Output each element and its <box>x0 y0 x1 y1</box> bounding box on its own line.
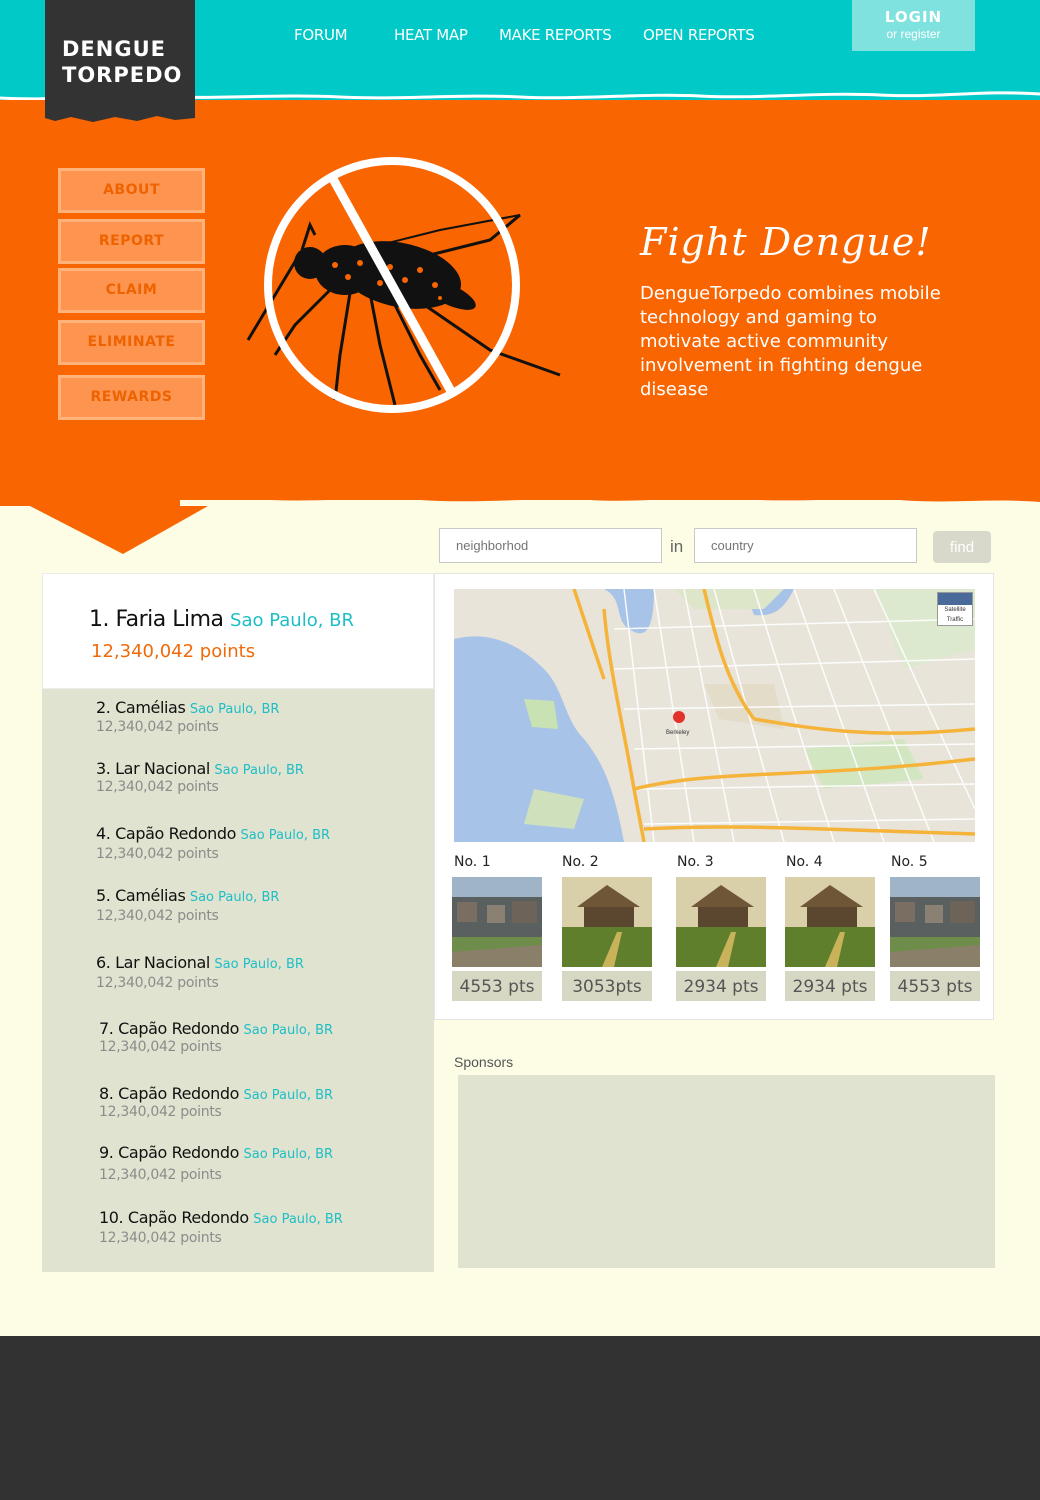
report-photo-slum[interactable] <box>890 877 980 967</box>
login-label: LOGIN <box>884 8 943 26</box>
nav-make-reports[interactable]: MAKE REPORTS <box>499 26 612 44</box>
map-traffic-toggle[interactable]: Traffic <box>938 615 972 625</box>
entry-points: 12,340,042 points <box>96 779 219 795</box>
svg-text:Berkeley: Berkeley <box>666 730 689 736</box>
entry-points: 12,340,042 points <box>99 1039 222 1055</box>
entry-location: Sao Paulo, BR <box>240 828 331 843</box>
entry-name: 6. Lar Nacional <box>96 953 210 972</box>
no-mosquito-icon <box>246 157 561 413</box>
report-points: 3053pts <box>562 971 652 1001</box>
leaderboard-entry[interactable]: 9. Capão Redondo Sao Paulo, BR 12,340,04… <box>99 1143 334 1183</box>
report-label: No. 1 <box>454 854 491 870</box>
report-points: 2934 pts <box>785 971 875 1001</box>
entry-name: 4. Capão Redondo <box>96 824 237 843</box>
register-link[interactable]: or register <box>852 27 975 41</box>
top-entry-name: 1. Faria Lima <box>89 607 224 632</box>
logo-text: DENGUE TORPEDO <box>62 36 182 88</box>
footer <box>0 1336 1040 1500</box>
top-entry-location: Sao Paulo, BR <box>230 610 355 631</box>
sponsors-label: Sponsors <box>454 1054 514 1070</box>
logo[interactable]: DENGUE TORPEDO <box>45 0 195 124</box>
leaderboard-entry[interactable]: 3. Lar Nacional Sao Paulo, BR 12,340,042… <box>96 759 304 795</box>
report-points: 4553 pts <box>452 971 542 1001</box>
country-input[interactable] <box>694 528 917 563</box>
report-photo-hut[interactable] <box>785 877 875 967</box>
sidebar-rewards-button[interactable]: REWARDS <box>58 375 205 420</box>
entry-points: 12,340,042 points <box>96 719 219 735</box>
entry-name: 5. Camélias <box>96 886 186 905</box>
find-button[interactable]: find <box>933 531 991 563</box>
nav-heat-map[interactable]: HEAT MAP <box>394 26 468 44</box>
report-photo-hut[interactable] <box>676 877 766 967</box>
entry-location: Sao Paulo, BR <box>189 702 280 717</box>
sidebar-eliminate-button[interactable]: ELIMINATE <box>58 320 205 365</box>
entry-location: Sao Paulo, BR <box>243 1023 334 1038</box>
entry-location: Sao Paulo, BR <box>214 957 304 972</box>
top-entry-name-line: 1. Faria Lima Sao Paulo, BR <box>89 607 354 632</box>
leaderboard-entry[interactable]: 8. Capão Redondo Sao Paulo, BR 12,340,04… <box>99 1084 334 1120</box>
hero-title: Fight Dengue! <box>640 220 932 264</box>
heat-map[interactable]: Berkeley <box>454 589 975 842</box>
entry-points: 12,340,042 points <box>96 975 219 991</box>
leaderboard-top-entry[interactable]: 1. Faria Lima Sao Paulo, BR 12,340,042 p… <box>42 573 434 689</box>
entry-name: 7. Capão Redondo <box>99 1019 240 1038</box>
leaderboard-entry[interactable]: 6. Lar Nacional Sao Paulo, BR 12,340,042… <box>96 953 304 991</box>
entry-points: 12,340,042 points <box>96 908 219 924</box>
entry-name: 3. Lar Nacional <box>96 759 210 778</box>
top-entry-points: 12,340,042 points <box>91 641 256 662</box>
sidebar-report-button[interactable]: REPORT <box>58 219 205 264</box>
nav-open-reports[interactable]: OPEN REPORTS <box>643 26 755 44</box>
report-label: No. 2 <box>562 854 599 870</box>
report-label: No. 4 <box>786 854 823 870</box>
entry-points: 12,340,042 points <box>99 1167 222 1183</box>
report-points: 4553 pts <box>890 971 980 1001</box>
map-satellite-toggle[interactable]: Satellite <box>938 605 972 615</box>
entry-location: Sao Paulo, BR <box>214 763 304 778</box>
in-label: in <box>670 537 684 556</box>
report-label: No. 3 <box>677 854 714 870</box>
logo-line-2: TORPEDO <box>62 63 183 87</box>
entry-name: 9. Capão Redondo <box>99 1143 240 1162</box>
leaderboard: 1. Faria Lima Sao Paulo, BR 12,340,042 p… <box>42 573 434 1272</box>
entry-name: 10. Capão Redondo <box>99 1208 249 1227</box>
report-label: No. 5 <box>891 854 928 870</box>
leaderboard-entry[interactable]: 7. Capão Redondo Sao Paulo, BR 12,340,04… <box>99 1019 334 1055</box>
entry-location: Sao Paulo, BR <box>189 890 280 905</box>
leaderboard-entry[interactable]: 5. Camélias Sao Paulo, BR 12,340,042 poi… <box>96 886 280 924</box>
sidebar-about-button[interactable]: ABOUT <box>58 168 205 213</box>
entry-location: Sao Paulo, BR <box>253 1212 343 1227</box>
entry-name: 8. Capão Redondo <box>99 1084 240 1103</box>
neighborhood-input[interactable] <box>439 528 662 563</box>
entry-points: 12,340,042 points <box>96 846 219 862</box>
leaderboard-entry[interactable]: 2. Camélias Sao Paulo, BR 12,340,042 poi… <box>96 698 280 735</box>
report-photo-slum[interactable] <box>452 877 542 967</box>
entry-name: 2. Camélias <box>96 698 186 717</box>
logo-line-1: DENGUE <box>62 37 166 61</box>
report-points: 2934 pts <box>676 971 766 1001</box>
entry-points: 12,340,042 points <box>99 1104 222 1120</box>
entry-location: Sao Paulo, BR <box>243 1088 334 1103</box>
map-layer-control[interactable]: Satellite Traffic <box>937 592 973 626</box>
leaderboard-entry[interactable]: 4. Capão Redondo Sao Paulo, BR 12,340,04… <box>96 824 331 862</box>
sidebar-claim-button[interactable]: CLAIM <box>58 268 205 313</box>
nav-forum[interactable]: FORUM <box>294 26 348 44</box>
entry-location: Sao Paulo, BR <box>243 1147 334 1162</box>
leaderboard-entry[interactable]: 10. Capão Redondo Sao Paulo, BR 12,340,0… <box>99 1208 343 1246</box>
login-button[interactable]: LOGIN or register <box>852 0 975 51</box>
sponsors-area <box>458 1075 995 1268</box>
entry-points: 12,340,042 points <box>99 1230 222 1246</box>
report-photo-hut[interactable] <box>562 877 652 967</box>
hero-description: DengueTorpedo combines mobile technology… <box>640 283 941 400</box>
